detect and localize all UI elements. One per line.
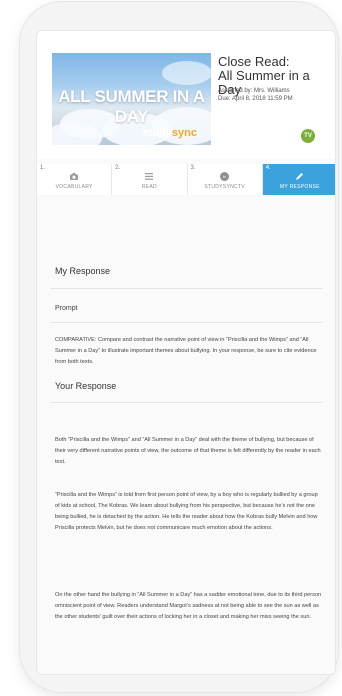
avatar[interactable]: TV	[301, 129, 315, 143]
studysync-logo: studysync	[142, 127, 197, 139]
my-response-heading: My Response	[55, 266, 111, 276]
tab-studysynctv[interactable]: 3. tv STUDYSYNCTV	[187, 164, 263, 195]
tab-number: 3.	[190, 165, 196, 171]
tab-my-response[interactable]: 4. MY RESPONSE	[262, 164, 335, 195]
divider	[51, 322, 323, 323]
your-response-heading: Your Response	[55, 381, 117, 391]
assigned-by: Assigned by: Mrs. Williams	[218, 88, 290, 94]
tab-number: 4.	[265, 165, 271, 171]
response-paragraph: “Priscilla and the Wimps” is told from f…	[55, 492, 318, 531]
tab-read[interactable]: 2. READ	[112, 164, 188, 195]
response-paragraph: Both “Priscilla and the Wimps” and “All …	[55, 437, 321, 465]
tab-label: STUDYSYNCTV	[204, 184, 245, 190]
tv-icon: tv	[220, 172, 230, 181]
tab-label: MY RESPONSE	[279, 184, 320, 190]
app-screen: ALL SUMMER IN A DAY studysync Close Read…	[36, 30, 336, 675]
tab-label: VOCABULARY	[55, 184, 93, 190]
lines-icon	[145, 172, 154, 181]
prompt-text: COMPARATIVE: Compare and contrast the na…	[55, 337, 317, 365]
thumbnail-title: ALL SUMMER IN A DAY	[58, 87, 205, 126]
tab-number: 1.	[40, 165, 46, 171]
assignment-header: ALL SUMMER IN A DAY studysync Close Read…	[37, 31, 335, 159]
prompt-label: Prompt	[55, 305, 78, 312]
camera-icon	[70, 172, 79, 181]
step-tabs: 1. VOCABULARY 2. READ 3. tv STUDYSYNCTV …	[37, 164, 335, 195]
pencil-icon	[295, 172, 304, 181]
assignment-thumbnail[interactable]: ALL SUMMER IN A DAY studysync	[52, 53, 211, 145]
assignment-meta: Assigned by: Mrs. Williams Due: April 8,…	[218, 87, 333, 103]
tab-vocabulary[interactable]: 1. VOCABULARY	[37, 164, 113, 195]
tab-number: 2.	[115, 165, 121, 171]
divider	[51, 288, 323, 289]
divider	[51, 402, 323, 403]
svg-text:tv: tv	[223, 174, 226, 179]
due-date: Due: April 8, 2018 11:59 PM	[218, 96, 293, 102]
tab-label: READ	[141, 184, 157, 190]
title-line-1: Close Read:	[218, 54, 290, 69]
response-panel: My Response Prompt COMPARATIVE: Compare …	[37, 217, 335, 674]
response-paragraph: On the other hand the bullying in “All S…	[55, 592, 322, 620]
